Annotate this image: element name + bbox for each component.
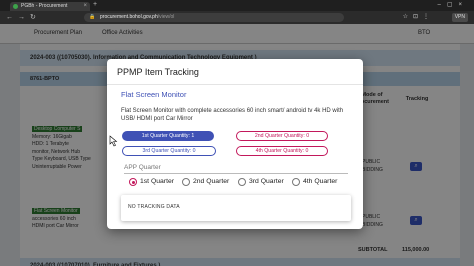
- radio-unselected-icon[interactable]: [238, 178, 246, 186]
- site-favicon-icon: [13, 4, 18, 9]
- divider: [107, 84, 363, 85]
- app-quarter-label: APP Quarter: [124, 164, 161, 171]
- ppmp-tracking-modal: PPMP Item Tracking Flat Screen Monitor F…: [107, 59, 363, 229]
- radio-label: 3rd Quarter: [249, 178, 284, 185]
- item-name: Flat Screen Monitor: [121, 90, 187, 99]
- browser-toolbar-icons[interactable]: ☆⊡⋮: [403, 13, 434, 20]
- lock-icon: 🔒: [89, 14, 96, 20]
- browser-nav-icons[interactable]: ←→↻: [6, 13, 41, 21]
- vpn-badge[interactable]: VPN: [451, 13, 468, 22]
- screenshot-frame: PGBh - Procurement × + –▢× ←→↻ 🔒 procure…: [0, 0, 474, 266]
- radio-selected-icon[interactable]: [129, 178, 137, 186]
- window-controls[interactable]: –▢×: [437, 1, 468, 8]
- modal-title: PPMP Item Tracking: [117, 67, 199, 77]
- quarter-chip-3[interactable]: 3rd Quarter Quantity: 0: [122, 146, 216, 156]
- quarter-chip-2[interactable]: 2nd Quarter Quantity: 0: [236, 131, 328, 141]
- radio-label: 2nd Quarter: [193, 178, 230, 185]
- radio-label: 4th Quarter: [303, 178, 338, 185]
- tracking-data-panel: NO TRACKING DATA: [121, 195, 351, 221]
- new-tab-icon[interactable]: +: [93, 1, 97, 8]
- browser-tab-title: PGBh - Procurement: [21, 3, 68, 9]
- quarter-chip-1[interactable]: 1st Quarter Quantity: 1: [122, 131, 214, 141]
- radio-unselected-icon[interactable]: [182, 178, 190, 186]
- close-tab-icon[interactable]: ×: [83, 2, 87, 11]
- mouse-cursor-icon: [109, 135, 118, 147]
- tracking-empty-message: NO TRACKING DATA: [128, 204, 180, 210]
- browser-address-bar: ←→↻ 🔒 procurement.bohol.gov.ph/view/ol ☆…: [0, 11, 474, 24]
- radio-unselected-icon[interactable]: [292, 178, 300, 186]
- app-quarter-underline: [124, 173, 348, 174]
- browser-tab-bar: PGBh - Procurement × + –▢×: [0, 0, 474, 11]
- url-host: procurement.bohol.gov.ph: [100, 14, 158, 20]
- radio-label: 1st Quarter: [140, 178, 174, 185]
- url-field[interactable]: 🔒 procurement.bohol.gov.ph/view/ol: [84, 13, 344, 22]
- item-description: Flat Screen Monitor with complete access…: [121, 108, 344, 122]
- url-path: /view/ol: [157, 14, 175, 20]
- browser-tab[interactable]: PGBh - Procurement ×: [10, 2, 90, 11]
- quarter-chip-4[interactable]: 4th Quarter Quantity: 0: [236, 146, 328, 156]
